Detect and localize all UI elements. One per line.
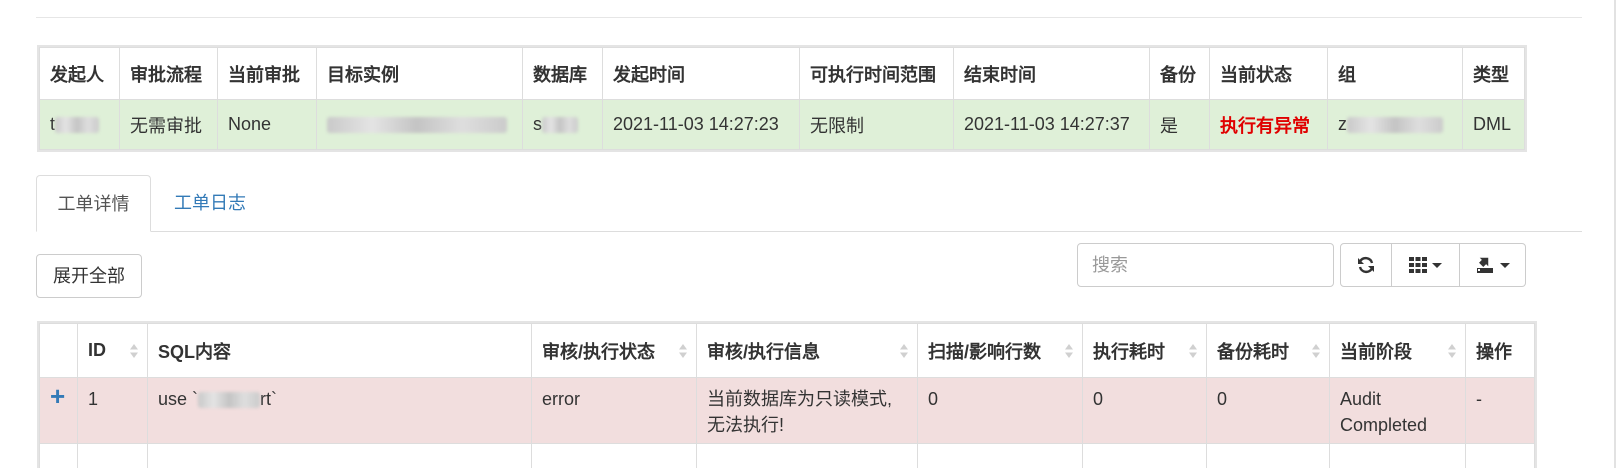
table-row: + 1 use ` rt` error 当前数据库为只读模式,无法执行! 0 0 … [39, 377, 1535, 444]
header-group: 组 [1327, 47, 1463, 100]
exec-window-cell: 无限制 [799, 99, 954, 150]
detail-header-row: ID SQL内容 审核/执行状态 审核/执行信息 扫描/影响行数 执行耗时 备份… [39, 323, 1535, 378]
header-id-label: ID [88, 340, 106, 360]
search-input[interactable] [1077, 243, 1334, 287]
group-prefix: z [1338, 114, 1347, 134]
header-exec-time[interactable]: 执行耗时 [1082, 323, 1207, 378]
summary-row: t 无需审批 None s 2021-11-03 14:27:23 无限制 20… [39, 99, 1525, 150]
audit-message-cell: 当前数据库为只读模式,无法执行! [696, 377, 918, 444]
header-affected-rows[interactable]: 扫描/影响行数 [917, 323, 1083, 378]
type-cell: DML [1462, 99, 1525, 150]
tab-workflow-detail[interactable]: 工单详情 [36, 175, 151, 232]
plus-icon[interactable]: + [50, 381, 65, 411]
chevron-down-icon [1500, 262, 1510, 268]
table-toolbar-buttons [1340, 243, 1526, 287]
affected-rows-cell: 0 [917, 377, 1083, 444]
exec-time-cell: 0 [1082, 377, 1207, 444]
header-end-time: 结束时间 [953, 47, 1150, 100]
header-expand [39, 323, 78, 378]
header-action-label: 操作 [1476, 341, 1512, 362]
chevron-down-icon [1432, 262, 1442, 268]
header-audit-status-label: 审核/执行状态 [542, 341, 656, 362]
header-stage-label: 当前阶段 [1340, 341, 1412, 362]
sort-icon [1448, 343, 1456, 358]
group-cell: z [1327, 99, 1463, 150]
sql-detail-table: ID SQL内容 审核/执行状态 审核/执行信息 扫描/影响行数 执行耗时 备份… [37, 321, 1537, 468]
tab-workflow-log[interactable]: 工单日志 [154, 175, 266, 232]
header-target-instance: 目标实例 [316, 47, 523, 100]
refresh-button[interactable] [1340, 243, 1392, 287]
redacted-initiator [55, 117, 100, 134]
header-audit-message-label: 审核/执行信息 [707, 341, 821, 362]
workflow-summary-table: 发起人 审批流程 当前审批 目标实例 数据库 发起时间 可执行时间范围 结束时间… [37, 45, 1527, 152]
export-button[interactable] [1460, 243, 1526, 287]
target-instance-cell [316, 99, 523, 150]
columns-button[interactable] [1392, 243, 1460, 287]
start-time-cell: 2021-11-03 14:27:23 [602, 99, 800, 150]
workflow-cell: 无需审批 [119, 99, 218, 150]
header-backup-time[interactable]: 备份耗时 [1206, 323, 1330, 378]
database-cell: s [522, 99, 603, 150]
export-icon [1477, 257, 1493, 273]
summary-header-row: 发起人 审批流程 当前审批 目标实例 数据库 发起时间 可执行时间范围 结束时间… [39, 47, 1525, 100]
action-cell: - [1465, 377, 1535, 444]
sql-prefix: use ` [158, 389, 199, 409]
header-status: 当前状态 [1209, 47, 1328, 100]
expand-all-button[interactable]: 展开全部 [36, 254, 142, 298]
database-prefix: s [533, 114, 542, 134]
header-type: 类型 [1462, 47, 1525, 100]
sort-icon [130, 343, 138, 358]
scrollbar[interactable] [1614, 0, 1616, 468]
backup-time-cell: 0 [1206, 377, 1330, 444]
sort-icon [900, 343, 908, 358]
status-cell: 执行有异常 [1209, 99, 1328, 150]
sql-content-cell: use ` rt` [147, 377, 532, 444]
table-row [39, 443, 1535, 468]
header-sql-content[interactable]: SQL内容 [147, 323, 532, 378]
refresh-icon [1358, 257, 1374, 273]
audit-status-cell: error [531, 377, 697, 444]
sort-icon [1312, 343, 1320, 358]
header-backup: 备份 [1149, 47, 1210, 100]
header-start-time: 发起时间 [602, 47, 800, 100]
header-initiator: 发起人 [39, 47, 120, 100]
header-approval-flow: 审批流程 [119, 47, 218, 100]
header-backup-time-label: 备份耗时 [1217, 341, 1289, 362]
sort-icon [1189, 343, 1197, 358]
header-stage[interactable]: 当前阶段 [1329, 323, 1466, 378]
initiator-cell: t [39, 99, 120, 150]
redacted-sql [198, 392, 261, 409]
redacted-instance [327, 117, 507, 134]
tab-bar: 工单详情 工单日志 [36, 175, 1582, 232]
redacted-database [542, 117, 578, 134]
header-sql-content-label: SQL内容 [158, 341, 232, 362]
sort-icon [679, 343, 687, 358]
id-cell: 1 [77, 377, 148, 444]
header-exec-time-label: 执行耗时 [1093, 341, 1165, 362]
header-affected-rows-label: 扫描/影响行数 [928, 341, 1042, 362]
header-current-approval: 当前审批 [217, 47, 317, 100]
backup-cell: 是 [1149, 99, 1210, 150]
expand-cell[interactable]: + [39, 377, 78, 444]
divider [36, 17, 1582, 18]
header-action: 操作 [1465, 323, 1535, 378]
header-audit-status[interactable]: 审核/执行状态 [531, 323, 697, 378]
sql-suffix: rt` [260, 389, 278, 409]
stage-cell: Audit Completed [1329, 377, 1466, 444]
header-audit-message[interactable]: 审核/执行信息 [696, 323, 918, 378]
end-time-cell: 2021-11-03 14:27:37 [953, 99, 1150, 150]
header-exec-window: 可执行时间范围 [799, 47, 954, 100]
current-approval-cell: None [217, 99, 317, 150]
sort-icon [1065, 343, 1073, 358]
header-database: 数据库 [522, 47, 603, 100]
redacted-group [1347, 117, 1443, 134]
page: 发起人 审批流程 当前审批 目标实例 数据库 发起时间 可执行时间范围 结束时间… [0, 0, 1624, 468]
columns-icon [1409, 257, 1427, 273]
header-id[interactable]: ID [77, 323, 148, 378]
